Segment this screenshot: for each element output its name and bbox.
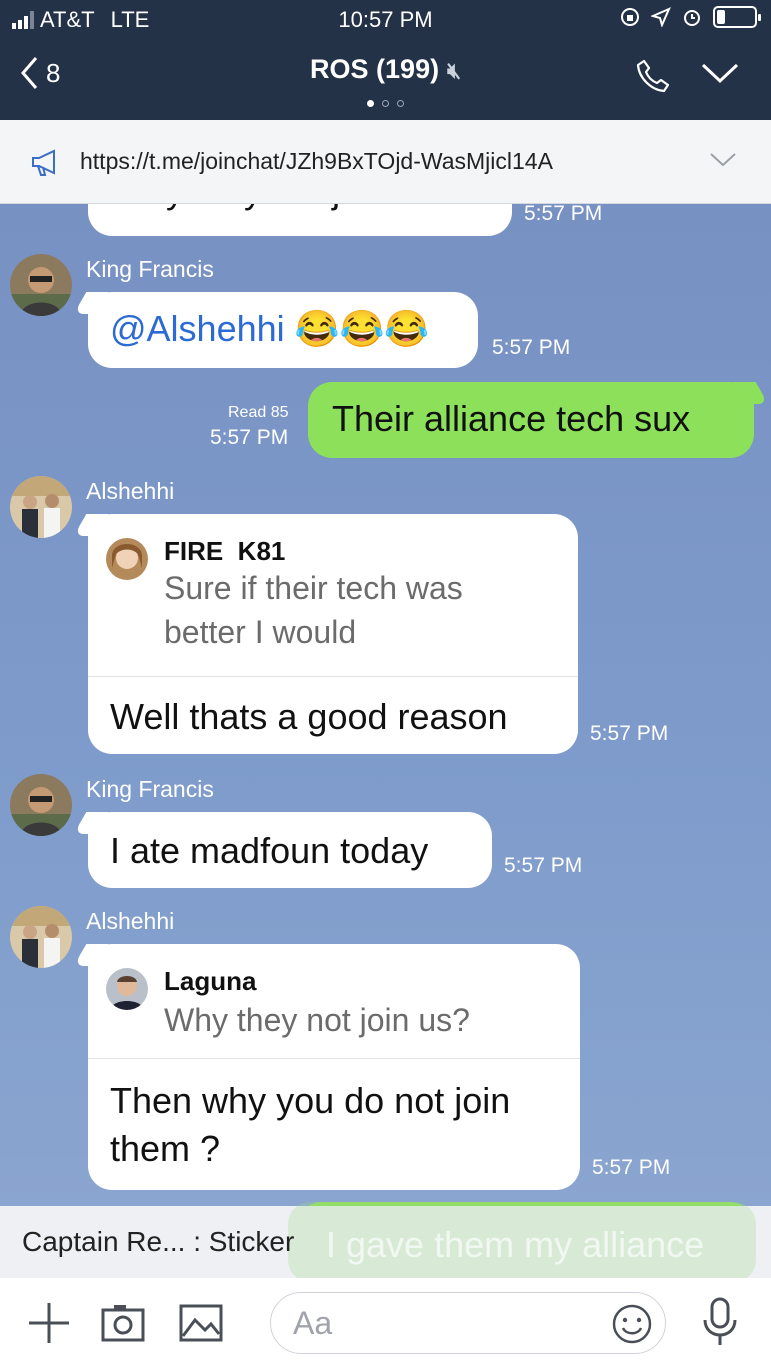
message-time: 5:57 PM [492, 336, 571, 359]
sender-name: King Francis [86, 776, 214, 802]
message-bubble[interactable]: Why they not join us? [88, 204, 512, 236]
sender-name: Alshehhi [86, 478, 175, 504]
emoji-icon[interactable] [611, 1303, 653, 1345]
read-receipt: Read 85 [228, 404, 289, 421]
mute-icon: 🔇︎ [447, 58, 461, 83]
avatar[interactable] [10, 476, 72, 538]
page-indicator [0, 100, 771, 107]
phone-icon[interactable] [635, 58, 671, 94]
quoted-text-line: Why they not join us? [164, 1002, 470, 1038]
last-message-text: Captain Re... : Sticker [22, 1226, 295, 1257]
sender-name: King Francis [86, 256, 214, 282]
reply-message-bubble[interactable]: Laguna Why they not join us? Then why yo… [88, 944, 580, 1190]
top-bar: AT&T LTE 10:57 PM 8 ROS (199) 🔇︎ [0, 0, 771, 120]
camera-icon[interactable] [100, 1300, 146, 1346]
chevron-down-icon[interactable] [701, 62, 739, 84]
plus-icon[interactable] [26, 1300, 72, 1346]
message-bubble[interactable]: @Alshehhi 😂😂😂 [88, 292, 478, 368]
status-bar: AT&T LTE 10:57 PM [0, 0, 771, 40]
reply-message-bubble[interactable]: FIRE K81 Sure if their tech was better I… [88, 514, 578, 754]
message-text: @Alshehhi 😂😂😂 [110, 308, 430, 349]
chat-area[interactable]: Why they not join us? 5:57 PM King Franc… [0, 204, 771, 1206]
quoted-avatar [106, 538, 148, 580]
pinned-link[interactable]: https://t.me/joinchat/JZh9BxTOjd-WasMjic… [80, 148, 553, 175]
quoted-sender: Laguna [164, 966, 257, 996]
quoted-text-line: Sure if their tech was [164, 570, 463, 606]
message-text-line: Then why you do not join [110, 1080, 511, 1121]
avatar[interactable] [10, 774, 72, 836]
battery-icon [713, 6, 761, 28]
message-input[interactable] [270, 1292, 666, 1354]
chevron-down-icon[interactable] [709, 152, 737, 168]
quoted-sender: FIRE K81 [164, 536, 286, 566]
message-bubble[interactable]: I ate madfoun today [88, 812, 492, 888]
message-time: 5:57 PM [590, 722, 669, 745]
message-text-field[interactable] [293, 1305, 593, 1341]
message-time: 5:57 PM [504, 854, 583, 877]
message-text-line: them ? [110, 1128, 221, 1169]
chat-title-text: ROS (199) [310, 54, 440, 84]
quoted-avatar [106, 968, 148, 1010]
message-time: 5:57 PM [210, 426, 289, 449]
orientation-lock-icon [621, 8, 639, 26]
location-icon [651, 7, 671, 27]
megaphone-icon [32, 149, 55, 176]
message-text: Well thats a good reason [110, 696, 508, 737]
pinned-announcement[interactable]: https://t.me/joinchat/JZh9BxTOjd-WasMjic… [0, 120, 771, 204]
message-text: Why they not join us? [112, 204, 456, 212]
image-icon[interactable] [178, 1300, 224, 1346]
message-time: 5:57 PM [524, 204, 603, 225]
message-text: Their alliance tech sux [332, 398, 691, 439]
message-text: I ate madfoun today [110, 830, 429, 871]
last-message-preview[interactable]: I gave them my alliance Captain Re... : … [0, 1202, 771, 1282]
quoted-text-line: better I would [164, 614, 357, 650]
alarm-icon [684, 10, 700, 26]
avatar[interactable] [10, 906, 72, 968]
message-time: 5:57 PM [592, 1156, 671, 1179]
microphone-icon[interactable] [700, 1296, 740, 1348]
sender-name: Alshehhi [86, 908, 175, 934]
message-bubble-outgoing[interactable]: Their alliance tech sux [308, 382, 754, 458]
message-input-bar [0, 1278, 771, 1371]
chat-header: 8 ROS (199) 🔇︎ [0, 40, 771, 120]
background-message-text: I gave them my alliance [326, 1224, 705, 1265]
avatar[interactable] [10, 254, 72, 316]
